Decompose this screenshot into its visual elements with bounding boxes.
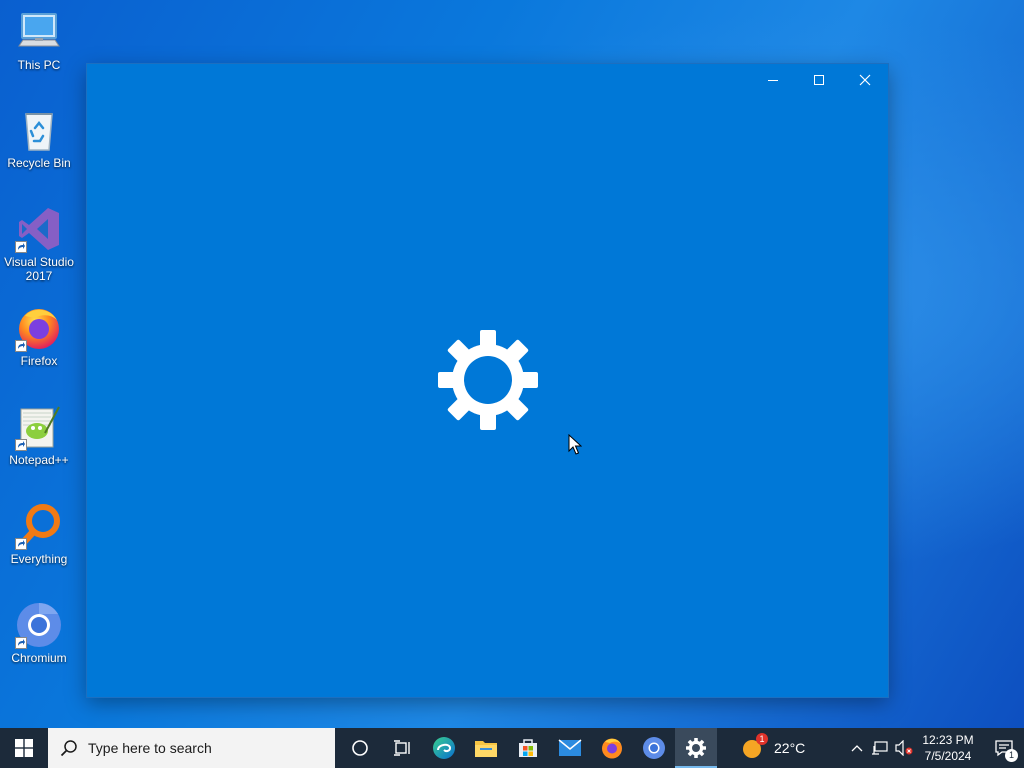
firefox-icon xyxy=(15,304,63,352)
gear-icon xyxy=(438,330,538,430)
recycle-bin-icon xyxy=(15,106,63,154)
search-placeholder: Type here to search xyxy=(88,740,212,756)
system-tray: 12:23 PM 7/5/2024 1 xyxy=(846,728,1024,768)
desktop-icon-label: Visual Studio 2017 xyxy=(4,255,74,283)
taskbar-settings[interactable] xyxy=(675,728,717,768)
chromium-icon xyxy=(15,601,63,649)
desktop-icon-firefox[interactable]: Firefox xyxy=(2,304,76,368)
close-button[interactable] xyxy=(842,64,888,96)
shortcut-arrow-icon xyxy=(15,538,27,550)
desktop-icon-visual-studio-2017[interactable]: Visual Studio 2017 xyxy=(2,205,76,283)
minimize-icon xyxy=(768,80,778,81)
mail-icon xyxy=(558,739,582,756)
maximize-button[interactable] xyxy=(796,64,842,96)
desktop-icon-label: This PC xyxy=(17,58,61,72)
taskbar-chromium[interactable] xyxy=(633,728,675,768)
desktop-icon-everything[interactable]: Everything xyxy=(2,502,76,566)
maximize-icon xyxy=(814,75,824,85)
desktop-icon-label: Notepad++ xyxy=(9,453,69,467)
desktop-icon-chromium[interactable]: Chromium xyxy=(2,601,76,665)
notification-count-badge: 1 xyxy=(1005,749,1018,762)
chevron-up-icon xyxy=(851,745,863,752)
action-center-button[interactable]: 1 xyxy=(984,728,1024,768)
desktop-icon-label: Everything xyxy=(10,552,68,566)
taskbar-mail[interactable] xyxy=(549,728,591,768)
shortcut-arrow-icon xyxy=(15,340,27,352)
notepad-plus-plus-icon xyxy=(15,403,63,451)
desktop-icon-label: Recycle Bin xyxy=(7,156,71,170)
shortcut-arrow-icon xyxy=(15,241,27,253)
taskbar-microsoft-store[interactable] xyxy=(507,728,549,768)
firefox-icon xyxy=(602,738,622,759)
settings-splash-window[interactable] xyxy=(87,64,888,697)
taskbar-search-box[interactable]: Type here to search xyxy=(48,728,335,768)
taskbar: Type here to search 1 22°C 12:23 PM 7/5/… xyxy=(0,728,1024,768)
clock-time: 12:23 PM xyxy=(922,733,974,747)
desktop-icon-label: Firefox xyxy=(20,354,58,368)
volume-muted-icon xyxy=(895,740,913,756)
weather-sun-icon: 1 xyxy=(741,733,768,759)
taskbar-edge[interactable] xyxy=(423,728,465,768)
minimize-button[interactable] xyxy=(750,64,796,96)
desktop-icon-this-pc[interactable]: This PC xyxy=(2,8,76,72)
cortana-button[interactable] xyxy=(339,728,381,768)
windows-logo-icon xyxy=(15,739,33,757)
shortcut-arrow-icon xyxy=(15,637,27,649)
edge-icon xyxy=(433,737,455,759)
cortana-icon xyxy=(352,740,368,756)
close-icon xyxy=(859,74,871,86)
start-button[interactable] xyxy=(0,728,48,768)
store-icon xyxy=(519,739,537,757)
volume-button[interactable] xyxy=(892,728,916,768)
gear-icon xyxy=(686,738,706,758)
task-view-button[interactable] xyxy=(381,728,423,768)
task-view-icon xyxy=(394,740,410,756)
show-hidden-icons-button[interactable] xyxy=(846,728,868,768)
taskbar-firefox[interactable] xyxy=(591,728,633,768)
clock-date: 7/5/2024 xyxy=(924,749,972,763)
visual-studio-icon xyxy=(15,205,63,253)
taskbar-clock[interactable]: 12:23 PM 7/5/2024 xyxy=(916,732,980,764)
shortcut-arrow-icon xyxy=(15,439,27,451)
chromium-icon xyxy=(643,737,665,759)
search-icon xyxy=(60,740,77,757)
taskbar-file-explorer[interactable] xyxy=(465,728,507,768)
everything-search-icon xyxy=(15,502,63,550)
weather-widget[interactable]: 1 22°C xyxy=(741,728,805,768)
computer-icon xyxy=(15,8,63,56)
desktop-icon-notepad-plus-plus[interactable]: Notepad++ xyxy=(2,403,76,467)
desktop-icon-recycle-bin[interactable]: Recycle Bin xyxy=(2,106,76,170)
weather-temperature: 22°C xyxy=(774,740,806,756)
desktop-icon-label: Chromium xyxy=(11,651,67,665)
network-icon xyxy=(872,741,888,755)
folder-icon xyxy=(475,741,497,757)
desktop: This PC Recycle Bin Visual Studio 2017 F… xyxy=(0,0,1024,728)
network-button[interactable] xyxy=(868,728,892,768)
weather-badge: 1 xyxy=(756,733,768,745)
mouse-cursor-icon xyxy=(568,434,582,455)
